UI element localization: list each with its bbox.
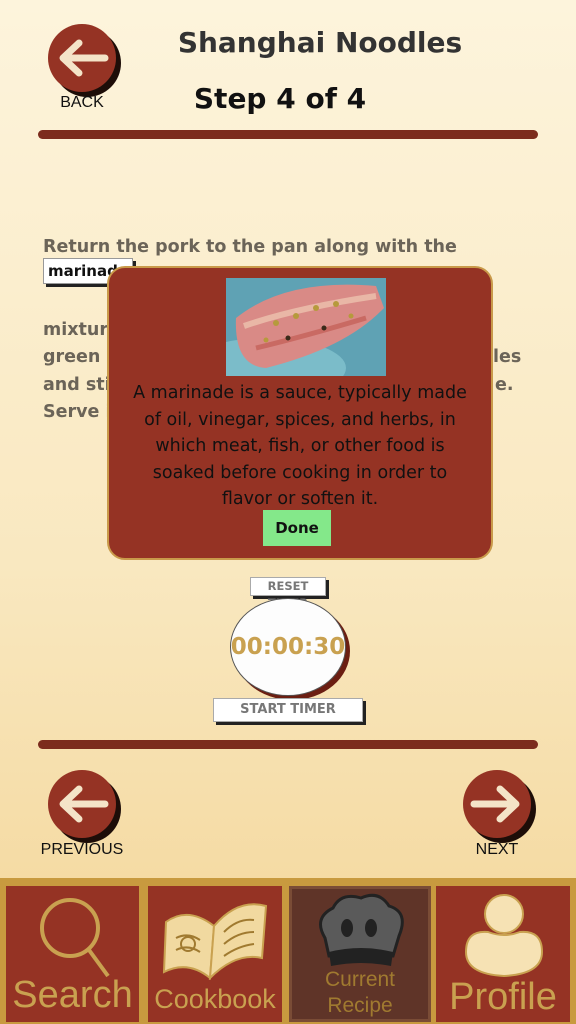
bottom-divider xyxy=(38,740,538,749)
search-icon xyxy=(40,898,110,978)
instruction-fragment: les xyxy=(493,347,522,367)
definition-text: A marinade is a sauce, typically made of… xyxy=(133,383,467,509)
reset-timer-button[interactable]: RESET TIMER xyxy=(250,577,326,610)
arrow-left-icon xyxy=(59,39,109,77)
done-button[interactable]: Done xyxy=(263,510,331,546)
instruction-fragment: green c xyxy=(43,347,117,367)
marinade-image xyxy=(226,278,386,376)
tab-current-recipe[interactable]: Current Recipe xyxy=(289,886,431,1022)
next-label: NEXT xyxy=(475,841,519,858)
arrow-left-icon xyxy=(59,785,109,823)
tab-label-line: Recipe xyxy=(327,994,393,1017)
bottom-nav: Search Cookbook Current Recipe Profile xyxy=(0,878,576,1024)
tab-profile[interactable]: Profile xyxy=(436,886,570,1022)
book-icon xyxy=(162,903,268,980)
arrow-right-icon xyxy=(470,785,520,823)
instruction-fragment: e. xyxy=(495,374,514,395)
step-indicator: Step 4 of 4 xyxy=(193,82,367,115)
next-button[interactable] xyxy=(463,770,531,838)
back-label: BACK xyxy=(60,94,104,111)
previous-label: PREVIOUS xyxy=(40,841,124,858)
tab-label: Profile xyxy=(449,976,557,1018)
tab-label: Search xyxy=(12,974,133,1016)
top-divider xyxy=(38,130,538,139)
definition-popup: A marinade is a sauce, typically made of… xyxy=(107,266,493,560)
back-button[interactable] xyxy=(48,24,116,92)
tab-cookbook[interactable]: Cookbook xyxy=(148,886,282,1022)
chef-hat-icon xyxy=(319,893,404,966)
tab-label-line: Current xyxy=(324,968,396,991)
previous-button[interactable] xyxy=(48,770,116,838)
start-timer-button[interactable]: START TIMER xyxy=(213,698,363,722)
tab-label: Cookbook xyxy=(154,984,276,1014)
timer-display: 00:00:30 xyxy=(230,598,346,696)
user-icon xyxy=(464,894,544,978)
tab-search[interactable]: Search xyxy=(6,886,139,1022)
recipe-title: Shanghai Noodles xyxy=(177,26,463,59)
